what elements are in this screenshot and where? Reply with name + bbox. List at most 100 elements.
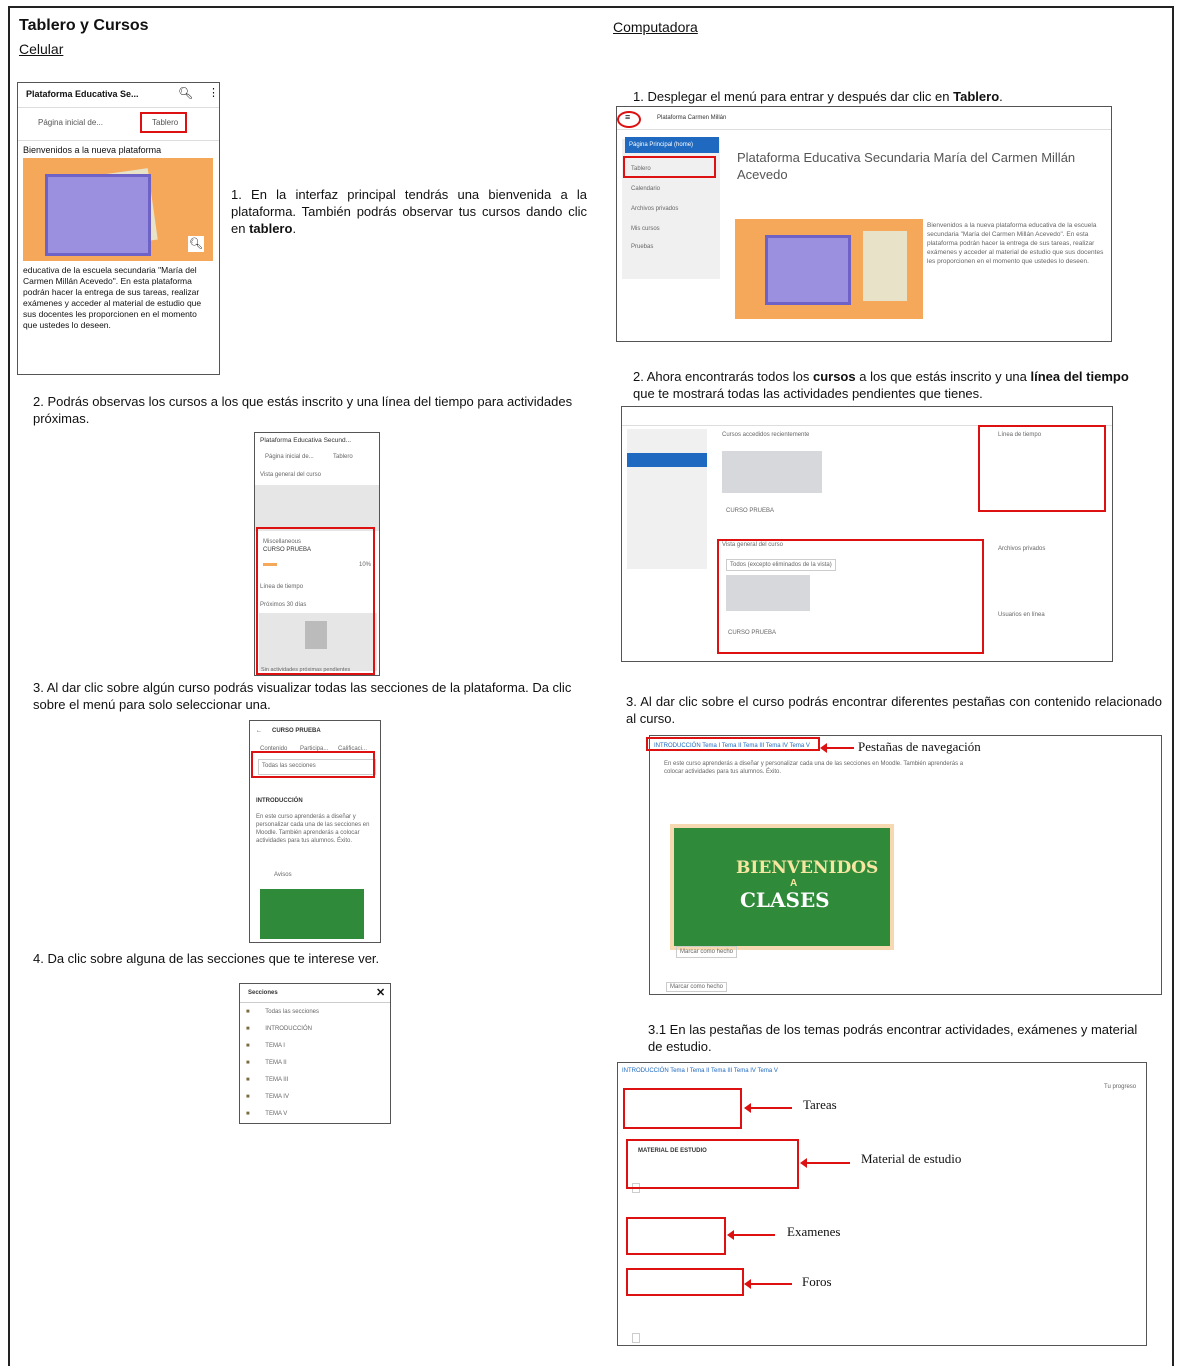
section-item[interactable]: ■ TEMA II [246,1059,287,1067]
section-item[interactable]: ■ TEMA IV [246,1093,289,1101]
folder-icon: ■ [246,1009,252,1015]
close-icon[interactable]: ✕ [376,986,385,999]
desktop-step-2-b: cursos [812,369,856,384]
mobile-step-1-bold: tablero [249,221,293,236]
welcome-illustration: 🔍︎ [23,158,213,261]
arrow-tasks [744,1103,792,1113]
phone-screenshot-home: Plataforma Educativa Se... 🔍︎ ⋮ Página i… [17,82,220,375]
folder-icon: ■ [246,1077,252,1083]
banner-top: BIENVENIDOS [736,858,879,878]
desktop-step-2-e: que te mostrará todas las actividades pe… [633,386,983,401]
label-exams: Examenes [787,1224,841,1239]
highlight-timeline-block [978,425,1106,512]
arrow-tabs [820,743,854,753]
desktop-step-2-d: línea del tiempo [1030,369,1129,384]
nav-private-files[interactable]: Archivos privados [631,205,678,213]
nav-tests[interactable]: Pruebas [631,243,653,251]
folder-icon: ■ [246,1026,252,1032]
highlight-board-link [623,156,716,178]
welcome-heading: Bienvenidos a la nueva plataforma [23,145,162,155]
app-title-2: Plataforma Educativa Secund... [260,437,352,444]
folder-icon: ■ [246,1111,252,1117]
folder-icon: ■ [246,1060,252,1066]
mobile-subtitle: Celular [19,41,64,57]
section-item-label: INTRODUCCIÓN [265,1026,312,1032]
desktop-step-2-c: a los que estás inscrito y una [859,369,1027,384]
desktop-step-1: 1. Desplegar el menú para entrar y despu… [633,89,1003,104]
section-item-label: TEMA II [265,1060,287,1066]
section-item-label: TEMA IV [265,1094,289,1100]
section-item-label: TEMA III [265,1077,289,1083]
intro-heading: INTRODUCCIÓN [256,798,303,804]
highlight-sections-select [251,751,375,778]
mark-done-button[interactable]: Marcar como hecho [676,946,738,958]
section-item[interactable]: ■ Todas las secciones [246,1008,319,1016]
banner-bottom: CLASES [740,888,830,912]
progress-label: Tu progreso [1104,1084,1137,1090]
brand-name: Plataforma Carmen Millán [657,115,727,121]
highlight-tasks [623,1088,742,1129]
label-material: Material de estudio [861,1151,962,1166]
desktop-step-3-1: 3.1 En las pestañas de los temas podrás … [648,1022,1138,1054]
welcome-banner-small [260,889,364,939]
highlight-course-tabs [646,737,820,751]
course-intro-text: En este curso aprenderás a diseñar y per… [664,761,964,775]
folder-icon: ■ [246,1043,252,1049]
mobile-step-3: 3. Al dar clic sobre algún curso podrás … [33,680,572,712]
desktop-step-3: 3. Al dar clic sobre el curso podrás enc… [626,694,1162,726]
section-item[interactable]: ■ TEMA V [246,1110,287,1118]
nav-home[interactable]: Página Principal (home) [625,137,719,153]
nav-tabs-label: Pestañas de navegación [858,739,981,754]
welcome-illustration-desktop [735,219,923,319]
mobile-step-2: 2. Podrás observas los cursos a los que … [33,394,573,426]
tab-home-2[interactable]: Página inicial de... [265,453,314,461]
topic-mark-2[interactable]: ​ [632,1333,640,1343]
highlight-exams [626,1217,726,1255]
tab-home[interactable]: Página inicial de... [38,118,103,127]
desktop-screenshot-home: ≡ Plataforma Carmen Millán Página Princi… [616,106,1112,342]
sections-title: Secciones [248,990,278,996]
desktop-screenshot-course: INTRODUCCIÓN Tema I Tema II Tema III Tem… [649,735,1162,995]
intro-text: En este curso aprenderás a diseñar y per… [256,814,370,844]
desktop-step-2-a: 2. Ahora encontrarás todos los [633,369,810,384]
online-users-block: Usuarios en línea [998,612,1045,618]
nav-calendar[interactable]: Calendario [631,185,660,193]
highlight-forums [626,1268,744,1296]
highlight-overview-block [717,539,984,654]
highlight-menu-button [617,111,641,128]
highlight-board-tab [140,112,187,133]
sections-dialog: Secciones ✕ ■ Todas las secciones ■ INTRO… [239,983,391,1124]
welcome-banner: BIENVENIDOS A CLASES [670,824,894,950]
mobile-step-1: 1. En la interfaz principal tendrás una … [231,187,587,236]
welcome-text: educativa de la escuela secundaria "Marí… [23,265,202,330]
zoom-icon[interactable]: 🔍︎ [188,236,204,252]
arrow-forums [744,1279,792,1289]
private-files-block: Archivos privados [998,546,1046,552]
arrow-exams [727,1230,775,1240]
section-item[interactable]: ■ TEMA III [246,1076,288,1084]
tab-board-2[interactable]: Tablero [333,453,353,461]
nav-my-courses[interactable]: Mis cursos [631,225,660,233]
arrow-material [800,1158,850,1168]
mark-done-button-2[interactable]: Marcar como hecho [666,982,728,992]
section-item[interactable]: ■ INTRODUCCIÓN [246,1025,312,1033]
course-title: CURSO PRUEBA [272,728,321,734]
page-title: Tablero y Cursos [19,17,149,34]
welcome-text-desktop: Bienvenidos a la nueva plataforma educat… [927,222,1104,265]
folder-icon: ■ [246,1094,252,1100]
recent-courses: Cursos accedidos recientemente [722,432,810,438]
recent-course-name[interactable]: CURSO PRUEBA [726,507,774,515]
desktop-subtitle: Computadora [613,19,698,35]
label-tasks: Tareas [803,1097,837,1112]
avisos-link[interactable]: Avisos [274,871,292,879]
app-title: Plataforma Educativa Se... [26,89,139,99]
desktop-step-1-text: 1. Desplegar el menú para entrar y despu… [633,89,950,104]
section-item[interactable]: ■ TEMA I [246,1042,285,1050]
mobile-step-4: 4. Da clic sobre alguna de las secciones… [33,951,380,966]
search-icon[interactable]: 🔍︎ [178,86,193,100]
topic-tabs[interactable]: INTRODUCCIÓN Tema I Tema II Tema III Tem… [622,1067,778,1075]
more-icon[interactable]: ⋮ [208,86,219,99]
section-item-label: Todas las secciones [265,1009,319,1015]
overview-label: Vista general del curso [260,472,321,478]
section-item-label: TEMA I [265,1043,285,1049]
